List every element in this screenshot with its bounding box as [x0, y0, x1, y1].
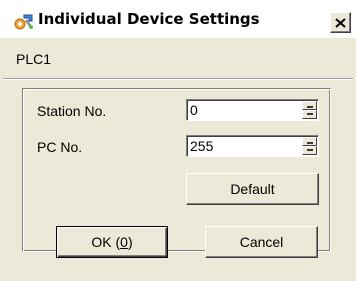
- pc-no-spin-down[interactable]: [302, 146, 317, 155]
- cancel-button[interactable]: Cancel: [205, 226, 318, 258]
- station-no-spinbox[interactable]: [186, 99, 319, 121]
- default-button-label: Default: [230, 181, 275, 197]
- spin-down-icon: [307, 149, 313, 151]
- station-no-spin-up[interactable]: [302, 101, 317, 110]
- ok-button[interactable]: OK (0): [56, 226, 168, 258]
- pc-no-spinbox[interactable]: [186, 135, 319, 157]
- device-name-label: PLC1: [16, 51, 52, 67]
- pc-no-input[interactable]: [189, 137, 301, 155]
- default-button[interactable]: Default: [186, 173, 319, 205]
- station-no-spin-down[interactable]: [302, 110, 317, 119]
- station-no-label: Station No.: [37, 103, 107, 119]
- settings-wrench-icon: [14, 13, 34, 31]
- dialog-title: Individual Device Settings: [38, 10, 260, 28]
- close-icon: [335, 17, 346, 28]
- divider: [3, 78, 353, 80]
- spin-up-icon: [307, 106, 313, 108]
- spin-down-icon: [307, 113, 313, 115]
- title-bar[interactable]: Individual Device Settings: [0, 0, 356, 38]
- ok-button-label: OK (0): [91, 234, 133, 250]
- dialog-window: Individual Device Settings PLC1 Station …: [0, 0, 356, 281]
- pc-no-label: PC No.: [37, 139, 83, 155]
- station-no-input[interactable]: [189, 101, 301, 119]
- spin-up-icon: [307, 142, 313, 144]
- close-button[interactable]: [330, 12, 351, 33]
- pc-no-spin-up[interactable]: [302, 137, 317, 146]
- cancel-button-label: Cancel: [239, 234, 284, 250]
